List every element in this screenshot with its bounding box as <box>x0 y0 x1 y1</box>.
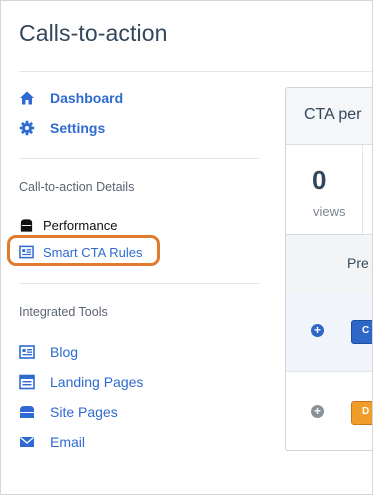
nav-performance-label: Performance <box>43 217 118 233</box>
rules-icon <box>19 245 34 259</box>
cta-preview-button[interactable]: C <box>351 320 372 344</box>
landing-pages-icon <box>19 374 35 390</box>
home-icon <box>20 91 34 105</box>
cta-performance-panel: CTA per 0 views Pre + C + D <box>285 87 372 451</box>
cta-preview-button-label: C <box>362 325 370 336</box>
gear-icon <box>19 120 35 136</box>
expand-icon[interactable]: + <box>311 405 324 418</box>
nav-blog-label: Blog <box>50 344 79 360</box>
column-header-preview: Pre <box>347 255 369 271</box>
panel-title: CTA per <box>304 106 362 123</box>
stat-divider <box>362 145 363 234</box>
title-divider <box>19 71 372 72</box>
nav-email[interactable]: Email <box>19 434 85 450</box>
nav-performance[interactable]: Performance <box>19 217 117 233</box>
section-divider <box>19 158 259 159</box>
nav-email-label: Email <box>50 434 86 450</box>
section-divider <box>19 283 259 284</box>
nav-smart-cta-rules[interactable]: Smart CTA Rules <box>19 244 142 260</box>
page-title: Calls-to-action <box>19 20 168 46</box>
table-row: + C <box>286 293 372 372</box>
nav-site-pages-label: Site Pages <box>50 404 118 420</box>
nav-site-pages[interactable]: Site Pages <box>19 404 118 420</box>
nav-dashboard-label: Dashboard <box>50 90 124 106</box>
performance-icon <box>20 219 33 232</box>
nav-settings[interactable]: Settings <box>19 120 105 136</box>
blog-icon <box>19 345 35 359</box>
table-header: Pre <box>286 234 372 294</box>
cta-preview-button-label: D <box>362 406 370 417</box>
nav-blog[interactable]: Blog <box>19 344 78 360</box>
email-icon <box>20 437 34 447</box>
expand-icon[interactable]: + <box>311 324 324 337</box>
panel-header: CTA per <box>286 88 372 145</box>
nav-smart-cta-rules-label: Smart CTA Rules <box>43 244 143 260</box>
app-window: Calls-to-action Dashboard Settings Call-… <box>0 0 373 495</box>
site-pages-icon <box>20 406 34 418</box>
table-row: + D <box>286 372 372 450</box>
views-label: views <box>313 204 346 219</box>
nav-dashboard[interactable]: Dashboard <box>19 90 123 106</box>
nav-landing-pages[interactable]: Landing Pages <box>19 374 143 390</box>
cta-preview-button[interactable]: D <box>351 401 372 425</box>
views-count: 0 <box>312 165 327 195</box>
cta-details-heading: Call-to-action Details <box>19 180 135 194</box>
integrated-tools-heading: Integrated Tools <box>19 305 108 319</box>
nav-settings-label: Settings <box>50 120 106 136</box>
nav-landing-pages-label: Landing Pages <box>50 374 144 390</box>
